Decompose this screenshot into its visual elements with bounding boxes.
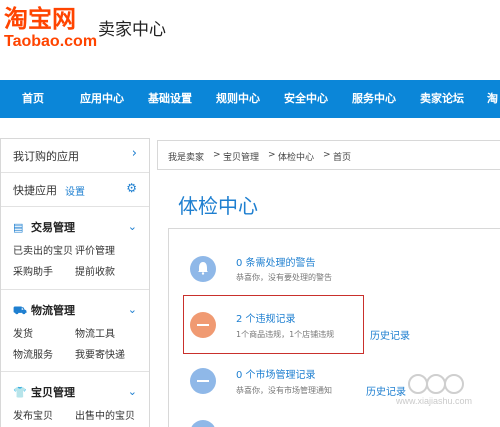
market-records-link[interactable]: 0 个市场管理记录	[236, 366, 316, 381]
page: 淘宝网 Taobao.com 卖家中心 首页 应用中心 基础设置 规则中心 安全…	[0, 0, 500, 427]
nav-app-center[interactable]: 应用中心	[80, 80, 124, 118]
sidebar-divider	[1, 289, 149, 290]
sidebar-divider	[1, 371, 149, 372]
sidebar-my-apps[interactable]: 我订购的应用 ›	[1, 139, 149, 173]
breadcrumb-sep: >	[268, 150, 276, 160]
minus-circle-icon	[190, 368, 216, 394]
link-items-on-sale[interactable]: 出售中的宝贝	[75, 407, 135, 422]
violations-count-link[interactable]: 2 个违规记录	[236, 310, 296, 325]
minus-circle-icon	[190, 312, 216, 338]
sidebar-my-apps-label: 我订购的应用	[13, 150, 79, 163]
bell-icon	[190, 256, 216, 282]
top-nav: 首页 应用中心 基础设置 规则中心 安全中心 服务中心 卖家论坛 淘	[0, 80, 500, 118]
gear-icon[interactable]: ⚙	[126, 181, 137, 195]
quick-apps-settings-link[interactable]: 设置	[65, 183, 85, 198]
link-early-payment[interactable]: 提前收款	[75, 263, 115, 278]
watermark: www.xiajiashu.com	[378, 372, 498, 418]
warnings-desc: 恭喜你，没有要处理的警告	[236, 273, 332, 282]
nav-basic-settings[interactable]: 基础设置	[148, 80, 192, 118]
nav-more[interactable]: 淘	[487, 80, 498, 118]
violations-desc: 1个商品违规，1个店铺违规	[236, 330, 335, 339]
sidebar-section-items-label: 宝贝管理	[31, 386, 75, 399]
nav-rules-center[interactable]: 规则中心	[216, 80, 260, 118]
sidebar: 我订购的应用 › 快捷应用 设置 ⚙ ▤ 交易管理 ⌄ 已卖出的宝贝 评价管理 采…	[0, 138, 150, 427]
breadcrumb-health-center[interactable]: 体检中心	[278, 150, 314, 163]
taobao-logo-text[interactable]: 淘宝网	[4, 6, 76, 32]
seller-center-title: 卖家中心	[98, 20, 166, 40]
link-review-management[interactable]: 评价管理	[75, 242, 115, 257]
sidebar-section-trade-label: 交易管理	[31, 221, 75, 234]
sidebar-quick-apps-label: 快捷应用	[13, 184, 57, 197]
breadcrumb-home: 首页	[333, 153, 352, 163]
chevron-right-icon: ›	[131, 146, 137, 161]
link-ship[interactable]: 发货	[13, 325, 33, 340]
link-send-express[interactable]: 我要寄快递	[75, 346, 125, 361]
breadcrumb: 我是卖家 > 宝贝管理 > 体检中心 > 首页	[157, 140, 500, 170]
violations-history-link[interactable]: 历史记录	[370, 327, 410, 342]
page-title: 体检中心	[178, 194, 258, 218]
chevron-down-icon[interactable]: ⌄	[128, 385, 137, 398]
link-logistics-tools[interactable]: 物流工具	[75, 325, 115, 340]
sidebar-quick-apps: 快捷应用 设置 ⚙	[1, 173, 149, 207]
taobao-logo-domain[interactable]: Taobao.com	[4, 33, 97, 51]
warnings-count-link[interactable]: 0 条需处理的警告	[236, 254, 316, 269]
watermark-text: www.xiajiashu.com	[396, 396, 473, 406]
breadcrumb-seller[interactable]: 我是卖家	[168, 150, 204, 163]
market-records-desc: 恭喜你，没有市场管理通知	[236, 386, 332, 395]
sidebar-section-trade[interactable]: ▤ 交易管理	[13, 219, 75, 235]
breadcrumb-sep: >	[213, 150, 221, 160]
breadcrumb-sep: >	[323, 150, 331, 160]
chevron-down-icon[interactable]: ⌄	[128, 220, 137, 233]
chevron-down-icon[interactable]: ⌄	[128, 303, 137, 316]
sidebar-section-items[interactable]: 👕 宝贝管理	[13, 384, 75, 400]
truck-icon: ⛟	[13, 304, 27, 317]
link-publish-item[interactable]: 发布宝贝	[13, 407, 53, 422]
nav-security-center[interactable]: 安全中心	[284, 80, 328, 118]
sidebar-section-logistics-label: 物流管理	[31, 304, 75, 317]
link-logistics-services[interactable]: 物流服务	[13, 346, 53, 361]
document-icon: ▤	[13, 221, 24, 234]
shirt-icon: 👕	[13, 386, 27, 399]
nav-seller-forum[interactable]: 卖家论坛	[420, 80, 464, 118]
breadcrumb-item-management[interactable]: 宝贝管理	[223, 150, 259, 163]
link-purchase-assistant[interactable]: 采购助手	[13, 263, 53, 278]
nav-service-center[interactable]: 服务中心	[352, 80, 396, 118]
nav-home[interactable]: 首页	[22, 80, 44, 118]
link-sold-items[interactable]: 已卖出的宝贝	[13, 242, 73, 257]
sidebar-section-logistics[interactable]: ⛟ 物流管理	[13, 302, 75, 319]
